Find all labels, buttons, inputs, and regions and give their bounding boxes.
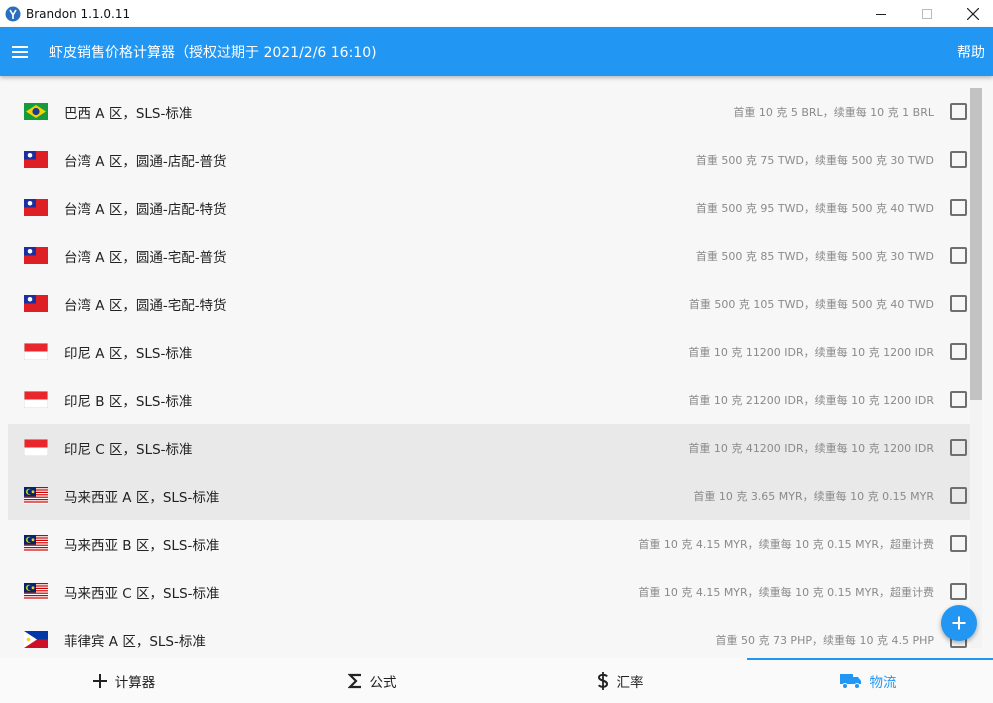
tab-logistics-label: 物流: [869, 674, 897, 691]
list-item-checkbox[interactable]: [950, 295, 967, 312]
indonesia-flag-icon: [24, 343, 48, 360]
list-item[interactable]: 台湾 A 区，圆通-宅配-特货 首重 500 克 105 TWD，续重每 500 …: [8, 280, 970, 328]
list-item[interactable]: 印尼 C 区，SLS-标准 首重 10 克 41200 IDR，续重每 10 克 …: [8, 424, 970, 472]
list-item-description: 首重 500 克 75 TWD，续重每 500 克 30 TWD: [695, 154, 934, 167]
list-item-checkbox[interactable]: [950, 199, 967, 216]
list-item-label: 马来西亚 A 区，SLS-标准: [64, 490, 220, 506]
list-item-description: 首重 10 克 21200 IDR，续重每 10 克 1200 IDR: [688, 394, 934, 407]
list-item[interactable]: 台湾 A 区，圆通-店配-特货 首重 500 克 95 TWD，续重每 500 克…: [8, 184, 970, 232]
list-item-description: 首重 10 克 4.15 MYR，续重每 10 克 0.15 MYR，超重计费: [638, 586, 934, 599]
taiwan-flag-icon: [24, 247, 48, 264]
bottom-navigation: 计算器 公式 汇率 物流: [0, 658, 993, 703]
list-item-label: 台湾 A 区，圆通-店配-特货: [64, 202, 227, 218]
tab-exchange-rate-label: 汇率: [616, 674, 644, 691]
list-item[interactable]: 印尼 B 区，SLS-标准 首重 10 克 21200 IDR，续重每 10 克 …: [8, 376, 970, 424]
close-button[interactable]: [950, 0, 993, 27]
list-item[interactable]: 菲律宾 A 区，SLS-标准 首重 50 克 73 PHP，续重每 10 克 4.…: [8, 616, 970, 648]
tab-formula-label: 公式: [369, 674, 397, 691]
list-item-checkbox[interactable]: [950, 391, 967, 408]
app-logo-icon: [5, 6, 21, 21]
list-item-checkbox[interactable]: [950, 151, 967, 168]
list-item-label: 马来西亚 B 区，SLS-标准: [64, 538, 220, 554]
list-item-label: 马来西亚 C 区，SLS-标准: [64, 586, 220, 602]
malaysia-flag-icon: [24, 583, 48, 600]
tab-calculator-label: 计算器: [114, 674, 156, 691]
list-item[interactable]: 马来西亚 B 区，SLS-标准 首重 10 克 4.15 MYR，续重每 10 克…: [8, 520, 970, 568]
list-item-label: 台湾 A 区，圆通-宅配-特货: [64, 298, 227, 314]
taiwan-flag-icon: [24, 295, 48, 312]
list-item-label: 印尼 C 区，SLS-标准: [64, 442, 193, 458]
list-item[interactable]: 印尼 A 区，SLS-标准 首重 10 克 11200 IDR，续重每 10 克 …: [8, 328, 970, 376]
tab-calculator[interactable]: 计算器: [0, 658, 248, 703]
window-titlebar: Brandon 1.1.0.11: [0, 0, 993, 27]
list-item-checkbox[interactable]: [950, 247, 967, 264]
dollar-icon: [597, 671, 608, 690]
list-item[interactable]: 马来西亚 C 区，SLS-标准 首重 10 克 4.15 MYR，续重每 10 克…: [8, 568, 970, 616]
list-item-description: 首重 10 克 3.65 MYR，续重每 10 克 0.15 MYR: [693, 490, 934, 503]
list-item-label: 印尼 B 区，SLS-标准: [64, 394, 193, 410]
page-title: 虾皮销售价格计算器（授权过期于 2021/2/6 16:10): [49, 44, 377, 61]
list-item-description: 首重 500 克 85 TWD，续重每 500 克 30 TWD: [695, 250, 934, 263]
taiwan-flag-icon: [24, 151, 48, 168]
list-item-label: 印尼 A 区，SLS-标准: [64, 346, 193, 362]
indonesia-flag-icon: [24, 439, 48, 456]
sigma-icon: [347, 673, 361, 688]
list-item-label: 巴西 A 区，SLS-标准: [64, 106, 193, 122]
list-item-description: 首重 10 克 41200 IDR，续重每 10 克 1200 IDR: [688, 442, 934, 455]
list-item-description: 首重 50 克 73 PHP，续重每 10 克 4.5 PHP: [715, 634, 934, 647]
list-item[interactable]: 马来西亚 A 区，SLS-标准 首重 10 克 3.65 MYR，续重每 10 克…: [8, 472, 970, 520]
list-item-description: 首重 10 克 11200 IDR，续重每 10 克 1200 IDR: [688, 346, 934, 359]
list-item-checkbox[interactable]: [950, 103, 967, 120]
logistics-list: 巴西 A 区，SLS-标准 首重 10 克 5 BRL，续重每 10 克 1 BR…: [8, 88, 970, 648]
list-item-checkbox[interactable]: [950, 439, 967, 456]
malaysia-flag-icon: [24, 487, 48, 504]
window-title: Brandon 1.1.0.11: [26, 6, 131, 21]
philippines-flag-icon: [24, 631, 48, 648]
taiwan-flag-icon: [24, 199, 48, 216]
minimize-icon: [876, 13, 886, 15]
brazil-flag-icon: [24, 103, 48, 120]
list-item-description: 首重 10 克 5 BRL，续重每 10 克 1 BRL: [733, 106, 934, 119]
help-button[interactable]: 帮助: [957, 27, 985, 76]
list-item-checkbox[interactable]: [950, 583, 967, 600]
malaysia-flag-icon: [24, 535, 48, 552]
plus-icon: [92, 673, 107, 688]
maximize-icon: [922, 8, 932, 19]
list-item[interactable]: 台湾 A 区，圆通-宅配-普货 首重 500 克 85 TWD，续重每 500 克…: [8, 232, 970, 280]
list-item-description: 首重 500 克 95 TWD，续重每 500 克 40 TWD: [695, 202, 934, 215]
list-item-description: 首重 500 克 105 TWD，续重每 500 克 40 TWD: [688, 298, 934, 311]
list-item-checkbox[interactable]: [950, 343, 967, 360]
tab-active-indicator: [747, 658, 993, 660]
scrollbar-thumb[interactable]: [970, 88, 982, 400]
menu-icon[interactable]: [12, 45, 28, 58]
close-icon: [967, 7, 979, 20]
minimize-button[interactable]: [858, 0, 904, 27]
indonesia-flag-icon: [24, 391, 48, 408]
list-item[interactable]: 巴西 A 区，SLS-标准 首重 10 克 5 BRL，续重每 10 克 1 BR…: [8, 88, 970, 136]
maximize-button[interactable]: [904, 0, 950, 27]
list-item[interactable]: 台湾 A 区，圆通-店配-普货 首重 500 克 75 TWD，续重每 500 克…: [8, 136, 970, 184]
tab-formula[interactable]: 公式: [248, 658, 496, 703]
list-item-label: 菲律宾 A 区，SLS-标准: [64, 634, 206, 648]
list-item-checkbox[interactable]: [950, 535, 967, 552]
tab-logistics[interactable]: 物流: [744, 658, 992, 703]
truck-icon: [839, 673, 861, 689]
list-item-label: 台湾 A 区，圆通-宅配-普货: [64, 250, 227, 266]
list-item-checkbox[interactable]: [950, 487, 967, 504]
add-button[interactable]: [941, 605, 977, 641]
list-item-description: 首重 10 克 4.15 MYR，续重每 10 克 0.15 MYR，超重计费: [638, 538, 934, 551]
app-bar: 虾皮销售价格计算器（授权过期于 2021/2/6 16:10) 帮助: [0, 27, 993, 76]
list-item-label: 台湾 A 区，圆通-店配-普货: [64, 154, 227, 170]
add-icon: [952, 616, 966, 630]
tab-exchange-rate[interactable]: 汇率: [496, 658, 744, 703]
